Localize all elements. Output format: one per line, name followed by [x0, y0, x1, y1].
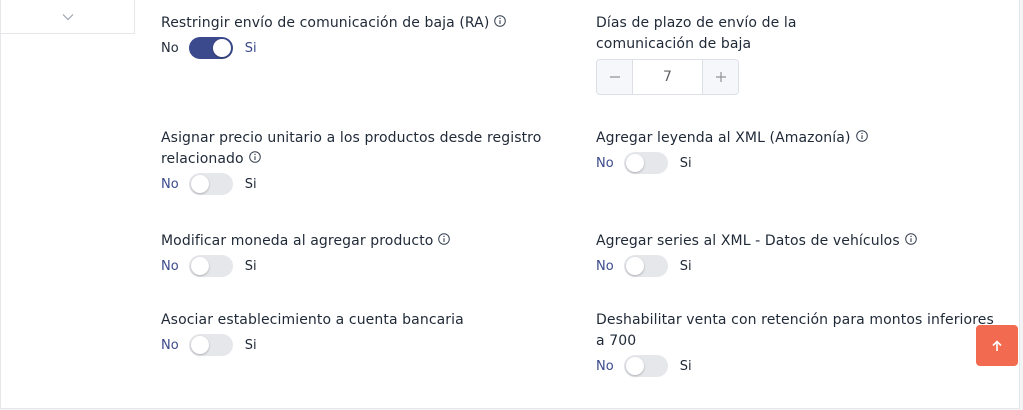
setting-label: Agregar series al XML - Datos de vehícul…: [596, 231, 917, 252]
toggle-yes-label: Si: [244, 176, 257, 192]
setting-label: Asociar establecimiento a cuenta bancari…: [161, 312, 464, 328]
setting-disable-retention: Deshabilitar venta con retención para mo…: [596, 310, 994, 378]
increment-button[interactable]: [702, 60, 738, 94]
setting-label-line2: relacionado: [161, 149, 541, 170]
toggle-yes-label: Si: [244, 337, 257, 353]
setting-label-line1: Días de plazo de envío de la: [596, 15, 797, 31]
info-icon[interactable]: [855, 130, 868, 142]
toggle-no-label: No: [161, 176, 179, 192]
assign-price-switch[interactable]: [188, 173, 233, 195]
setting-restrict-ra: Restringir envío de comunicación de baja…: [161, 13, 507, 60]
setting-label-line2: comunicación de baja: [596, 36, 752, 52]
settings-panel: Restringir envío de comunicación de baja…: [0, 0, 1020, 409]
setting-label-line1: Deshabilitar venta con retención para mo…: [596, 312, 994, 328]
setting-label-line1: Asignar precio unitario a los productos …: [161, 130, 542, 146]
setting-modify-currency: Modificar moneda al agregar producto No …: [161, 231, 451, 278]
toggle-yes-label: Si: [244, 40, 257, 56]
setting-xml-series: Agregar series al XML - Datos de vehícul…: [596, 231, 917, 278]
setting-bank-account: Asociar establecimiento a cuenta bancari…: [161, 310, 464, 357]
toggle-no-label: No: [596, 358, 614, 374]
setting-assign-price: Asignar precio unitario a los productos …: [161, 128, 541, 196]
setting-xml-legend: Agregar leyenda al XML (Amazonía) No Si: [596, 128, 868, 175]
toggle-yes-label: Si: [679, 155, 692, 171]
arrow-up-icon: [992, 339, 1002, 351]
toggle-no-label: No: [161, 337, 179, 353]
setting-label: Modificar moneda al agregar producto: [161, 231, 451, 252]
info-icon[interactable]: [248, 151, 261, 163]
setting-days-term: Días de plazo de envío de la comunicació…: [596, 13, 797, 95]
info-icon[interactable]: [438, 233, 451, 245]
info-icon[interactable]: [494, 15, 507, 27]
decrement-button[interactable]: [597, 60, 633, 94]
toggle-yes-label: Si: [679, 358, 692, 374]
setting-label: Restringir envío de comunicación de baja…: [161, 13, 507, 34]
minus-icon: [609, 76, 620, 78]
bank-account-switch[interactable]: [188, 334, 233, 356]
toggle-no-label: No: [161, 258, 179, 274]
xml-series-switch[interactable]: [623, 255, 668, 277]
toggle-yes-label: Si: [679, 258, 692, 274]
disable-retention-switch[interactable]: [623, 355, 668, 377]
xml-legend-switch[interactable]: [623, 152, 668, 174]
toggle-no-label: No: [596, 155, 614, 171]
scroll-to-top-button[interactable]: [976, 325, 1018, 366]
restrict-ra-switch[interactable]: [188, 37, 233, 59]
days-input[interactable]: [633, 60, 702, 94]
toggle-no-label: No: [596, 258, 614, 274]
info-icon[interactable]: [904, 233, 917, 245]
toggle-no-label: No: [161, 40, 179, 56]
plus-icon: [715, 72, 726, 82]
modify-currency-switch[interactable]: [188, 255, 233, 277]
setting-label-line2: a 700: [596, 333, 637, 349]
days-stepper: [596, 59, 739, 95]
toggle-yes-label: Si: [244, 258, 257, 274]
chevron-down-icon: [62, 13, 73, 20]
collapse-toggle[interactable]: [1, 0, 135, 34]
setting-label: Agregar leyenda al XML (Amazonía): [596, 128, 868, 149]
